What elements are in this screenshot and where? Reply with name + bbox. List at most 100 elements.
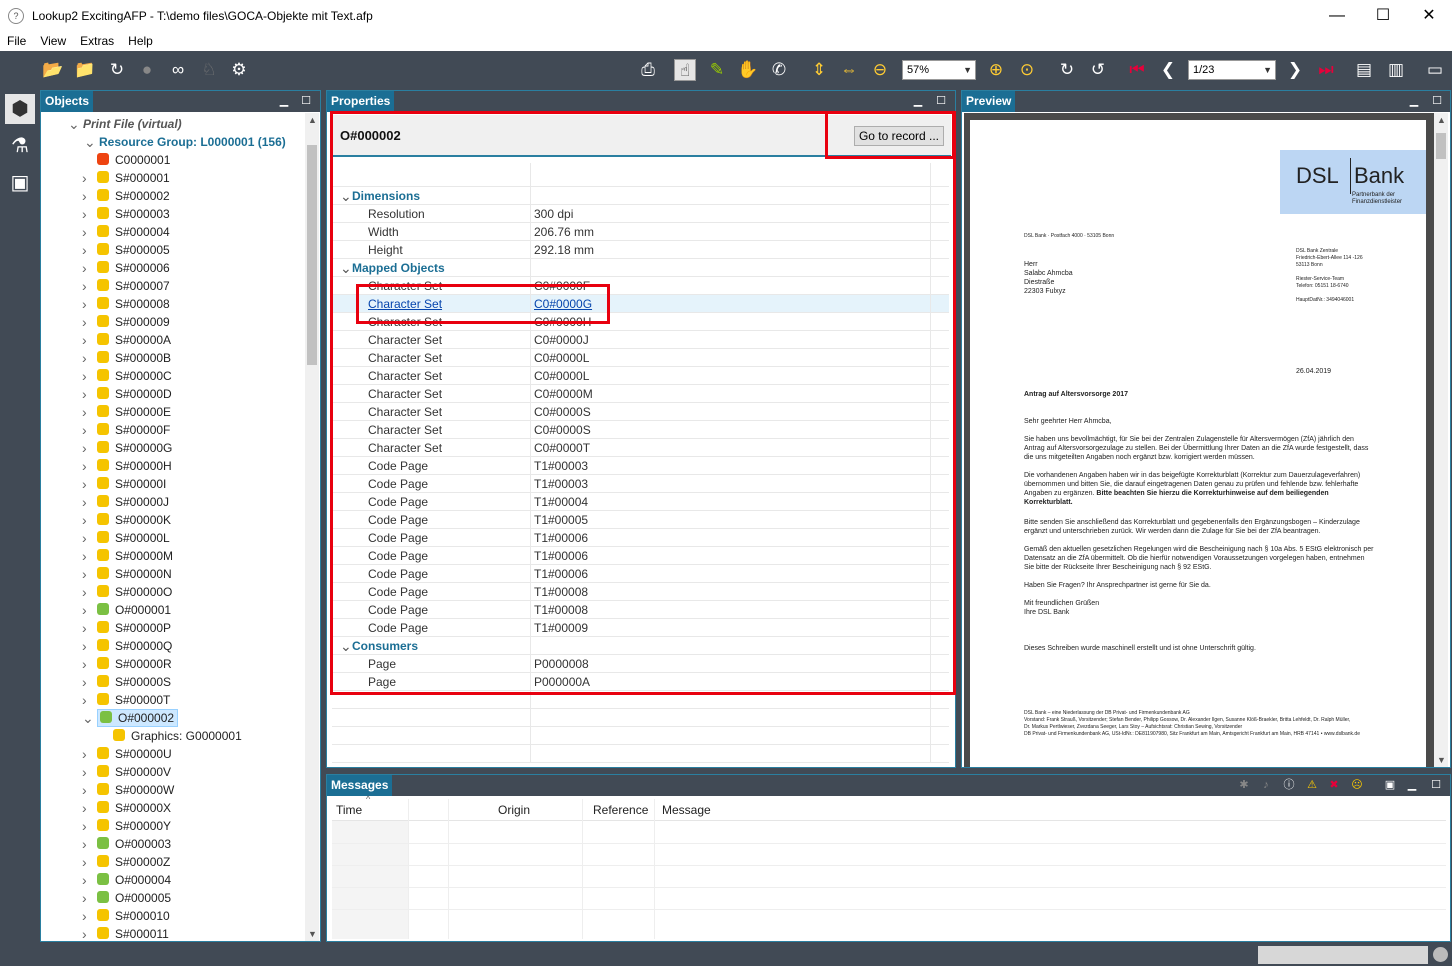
tree-item[interactable]: C0000001	[41, 151, 305, 169]
open-file-icon[interactable]: 📁	[74, 59, 96, 81]
col-origin[interactable]: Origin	[498, 799, 530, 821]
chevron-right-icon[interactable]: ›	[82, 547, 87, 565]
fit-height-icon[interactable]: ⇕	[808, 59, 830, 81]
pan-hand-icon[interactable]: ✋	[737, 59, 759, 81]
tree-item[interactable]: › S#00000S	[41, 673, 305, 691]
chevron-down-icon[interactable]: ⌄	[82, 709, 94, 727]
minimize-panel-icon[interactable]: ▁	[911, 91, 925, 112]
zoom-select[interactable]: 57% ▼	[902, 60, 976, 80]
chevron-right-icon[interactable]: ›	[82, 745, 87, 763]
maximize-panel-icon[interactable]: ☐	[1429, 775, 1443, 796]
chevron-right-icon[interactable]: ›	[82, 349, 87, 367]
tree-item[interactable]: › S#000003	[41, 205, 305, 223]
tree-item[interactable]: › O#000001	[41, 601, 305, 619]
two-page-icon[interactable]: ▥	[1385, 59, 1407, 81]
tree-item-graphics[interactable]: Graphics: G0000001	[41, 727, 305, 745]
chevron-right-icon[interactable]: ›	[82, 853, 87, 871]
tree-item[interactable]: › S#00000D	[41, 385, 305, 403]
chevron-right-icon[interactable]: ›	[82, 637, 87, 655]
chevron-right-icon[interactable]: ›	[82, 871, 87, 889]
messages-tab[interactable]: Messages	[327, 775, 393, 796]
tree-item[interactable]: › S#000005	[41, 241, 305, 259]
tree-item[interactable]: › S#00000R	[41, 655, 305, 673]
menu-extras[interactable]: Extras	[73, 34, 121, 48]
chevron-right-icon[interactable]: ›	[82, 691, 87, 709]
tree-item[interactable]: › S#00000V	[41, 763, 305, 781]
chevron-right-icon[interactable]: ›	[82, 421, 87, 439]
zoom-fit-icon[interactable]: ⊙	[1016, 59, 1038, 81]
warning-icon[interactable]: ⚠	[1305, 775, 1319, 796]
chevron-right-icon[interactable]: ›	[82, 619, 87, 637]
save-icon[interactable]: ▣	[1383, 775, 1397, 796]
chevron-right-icon[interactable]: ›	[82, 313, 87, 331]
maximize-button[interactable]: ☐	[1360, 0, 1406, 31]
chevron-right-icon[interactable]: ›	[82, 295, 87, 313]
chevron-right-icon[interactable]: ›	[82, 439, 87, 457]
chevron-right-icon[interactable]: ›	[82, 457, 87, 475]
tree-item[interactable]: › S#00000M	[41, 547, 305, 565]
open-folder-icon[interactable]: 📂	[42, 59, 64, 81]
chevron-right-icon[interactable]: ›	[82, 331, 87, 349]
chevron-right-icon[interactable]: ›	[82, 169, 87, 187]
fit-width-icon[interactable]: ⇔	[838, 59, 860, 81]
scroll-up-icon[interactable]: ▲	[308, 115, 317, 125]
image-view-icon[interactable]: ▣	[5, 168, 35, 198]
tree-item[interactable]: › O#000003	[41, 835, 305, 853]
tree-item[interactable]: › S#00000O	[41, 583, 305, 601]
tree-item[interactable]: › S#00000Z	[41, 853, 305, 871]
tree-item[interactable]: › S#000006	[41, 259, 305, 277]
print-icon[interactable]: ⎙	[637, 59, 659, 81]
chevron-right-icon[interactable]: ›	[82, 781, 87, 799]
scroll-thumb[interactable]	[307, 145, 317, 365]
tree-root[interactable]: ⌄ Print File (virtual)	[41, 115, 305, 133]
tree-item[interactable]: › S#000007	[41, 277, 305, 295]
chevron-down-icon[interactable]: ⌄	[68, 115, 80, 133]
chevron-right-icon[interactable]: ›	[82, 835, 87, 853]
chevron-right-icon[interactable]: ›	[82, 403, 87, 421]
preview-canvas[interactable]: DSL Bank Partnerbank der Finanzdienstlei…	[964, 113, 1434, 767]
menu-view[interactable]: View	[33, 34, 73, 48]
chevron-right-icon[interactable]: ›	[82, 601, 87, 619]
scroll-thumb[interactable]	[1436, 133, 1446, 159]
chevron-right-icon[interactable]: ›	[82, 817, 87, 835]
tree-item[interactable]: › S#000001	[41, 169, 305, 187]
maximize-panel-icon[interactable]: ☐	[934, 91, 948, 112]
tree-item[interactable]: › O#000005	[41, 889, 305, 907]
preview-tab[interactable]: Preview	[962, 91, 1016, 112]
minimize-button[interactable]: —	[1314, 0, 1360, 31]
tree-item[interactable]: ⌄ O#000002	[41, 709, 305, 727]
tree-item[interactable]: › O#000004	[41, 871, 305, 889]
info-icon[interactable]: ⓘ	[1282, 775, 1296, 796]
properties-tab[interactable]: Properties	[327, 91, 395, 112]
tree-item[interactable]: › S#00000I	[41, 475, 305, 493]
zoom-in-icon[interactable]: ⊕	[985, 59, 1007, 81]
eyedropper-icon[interactable]: ✎	[706, 59, 728, 81]
chevron-right-icon[interactable]: ›	[82, 493, 87, 511]
preview-scrollbar[interactable]: ▲ ▼	[1434, 113, 1448, 767]
chevron-right-icon[interactable]: ›	[82, 277, 87, 295]
next-page-icon[interactable]: ❯	[1284, 59, 1306, 81]
chevron-down-icon[interactable]: ⌄	[84, 133, 96, 151]
tree-item[interactable]: › S#00000B	[41, 349, 305, 367]
previous-page-icon[interactable]: ❮	[1157, 59, 1179, 81]
chevron-right-icon[interactable]: ›	[82, 763, 87, 781]
minimize-panel-icon[interactable]: ▁	[1405, 775, 1419, 796]
chevron-right-icon[interactable]: ›	[82, 241, 87, 259]
minimize-panel-icon[interactable]: ▁	[1407, 91, 1421, 112]
tree-item[interactable]: › S#00000P	[41, 619, 305, 637]
refresh-icon[interactable]: ↻	[106, 59, 128, 81]
page-select[interactable]: 1/23 ▼	[1188, 60, 1276, 80]
bug-icon[interactable]: ✱	[1237, 775, 1251, 796]
tree-item[interactable]: › S#00000U	[41, 745, 305, 763]
tree-item[interactable]: › S#00000G	[41, 439, 305, 457]
close-button[interactable]: ✕	[1406, 0, 1452, 31]
scroll-down-icon[interactable]: ▼	[308, 929, 317, 939]
tree-item[interactable]: › S#00000F	[41, 421, 305, 439]
tree-item[interactable]: › S#00000X	[41, 799, 305, 817]
menu-file[interactable]: File	[0, 34, 33, 48]
layout-icon[interactable]: ▭	[1424, 59, 1446, 81]
tree-resource-group[interactable]: ⌄ Resource Group: L0000001 (156)	[41, 133, 305, 151]
tree-item[interactable]: › S#000002	[41, 187, 305, 205]
chevron-right-icon[interactable]: ›	[82, 511, 87, 529]
chevron-right-icon[interactable]: ›	[82, 925, 87, 941]
